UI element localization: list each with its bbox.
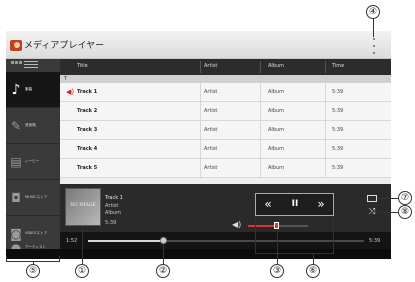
column-header-time[interactable]: Time	[332, 63, 344, 69]
album-art-placeholder: NO IMAGE	[70, 203, 96, 208]
leader-line	[373, 19, 374, 37]
track-album: Album	[268, 89, 285, 95]
leader-line	[163, 244, 164, 264]
track-album: Album	[268, 127, 285, 133]
sidebar-item-label: 楽曲	[25, 87, 33, 91]
leader-line	[378, 198, 398, 199]
now-playing-artist: Artist	[105, 203, 119, 209]
sidebar-item-music-box[interactable]: ✎ 音楽箱	[6, 108, 60, 144]
grid-view-icon[interactable]	[11, 61, 23, 68]
callout-4: ④	[366, 5, 380, 19]
track-artist: Artist	[204, 89, 218, 95]
app-title: メディアプレイヤー	[24, 41, 105, 51]
repeat-icon[interactable]	[367, 195, 377, 202]
sidebar-item-label: レービー	[25, 159, 40, 163]
column-header-artist[interactable]: Artist	[204, 63, 217, 69]
store-icon: ◘	[11, 190, 21, 205]
callout-2: ②	[156, 264, 170, 278]
column-header-title[interactable]: Title	[77, 63, 88, 69]
track-time: 5:39	[332, 165, 344, 171]
leader-line	[378, 212, 398, 213]
list-view-icon[interactable]	[24, 61, 38, 68]
controls-bracket	[255, 216, 334, 254]
section-letter: T	[64, 76, 68, 82]
track-artist: Artist	[204, 127, 218, 133]
rewind-button[interactable]: «	[259, 197, 277, 211]
media-player-app-icon	[10, 40, 22, 51]
leader-line	[82, 226, 83, 264]
table-row[interactable]: Track 4 Artist Album 5:39	[60, 140, 391, 159]
seek-bar-fill	[88, 240, 164, 242]
sidebar-item-label: 音楽箱	[25, 123, 36, 127]
note-edit-icon: ✎	[10, 118, 22, 133]
column-divider	[200, 83, 201, 178]
music-note-icon: ♪	[11, 81, 21, 98]
now-playing-speaker-icon: ◀)	[66, 88, 75, 96]
fast-forward-button[interactable]: »	[312, 197, 330, 211]
track-title: Track 1	[77, 89, 98, 95]
table-row[interactable]: ◀) Track 1 Artist Album 5:39	[60, 83, 391, 102]
shuffle-icon[interactable]: ⤨	[366, 207, 378, 217]
sidebar-item-songs[interactable]: ♪ 楽曲	[6, 72, 60, 108]
track-title: Track 5	[77, 165, 98, 171]
track-artist: Artist	[204, 108, 218, 114]
sidebar-item-label: MUSICストア	[25, 195, 48, 199]
column-divider	[260, 83, 261, 178]
now-playing-track: Track 1	[105, 195, 123, 201]
total-time: 5:39	[369, 238, 381, 244]
track-time: 5:39	[332, 89, 344, 95]
track-time: 5:39	[332, 146, 344, 152]
callout-7: ⑦	[398, 191, 412, 205]
track-album: Album	[268, 165, 285, 171]
leader-line	[313, 254, 314, 264]
track-title: Track 4	[77, 146, 98, 152]
section-divider	[60, 75, 391, 83]
track-title: Track 2	[77, 108, 98, 114]
now-playing-time: 5:39	[105, 220, 117, 226]
track-title: Track 3	[77, 127, 98, 133]
track-artist: Artist	[204, 165, 218, 171]
track-album: Album	[268, 108, 285, 114]
sidebar-item-review[interactable]: ▤ レービー	[6, 144, 60, 180]
sidebar-item-music-store[interactable]: ◘ MUSICストア	[6, 180, 60, 216]
track-album: Album	[268, 146, 285, 152]
table-row[interactable]: Track 2 Artist Album 5:39	[60, 102, 391, 121]
elapsed-time: 1:52	[66, 238, 78, 244]
callout-1: ①	[75, 264, 89, 278]
book-icon: ▤	[10, 154, 22, 169]
volume-icon[interactable]: ◀)	[232, 221, 242, 229]
callout-3: ③	[270, 264, 284, 278]
now-playing-album: Album	[105, 210, 122, 216]
track-time: 5:39	[332, 108, 344, 114]
category-sidebar: ♪ 楽曲 ✎ 音楽箱 ▤ レービー ◘ MUSICストア ◙ VIDEOストア …	[6, 59, 60, 259]
track-time: 5:39	[332, 127, 344, 133]
track-artist: Artist	[204, 146, 218, 152]
callout-8: ⑧	[398, 205, 412, 219]
callout-6: ⑥	[306, 264, 320, 278]
column-divider	[325, 83, 326, 178]
table-row[interactable]: Track 3 Artist Album 5:39	[60, 121, 391, 140]
sidebar-item-label: VIDEOストア	[25, 231, 48, 235]
callout-5: ⑤	[26, 264, 40, 278]
column-header-album[interactable]: Album	[268, 63, 284, 69]
seek-bar-thumb[interactable]	[160, 237, 167, 244]
overflow-menu-icon[interactable]	[370, 38, 378, 54]
pause-button[interactable]: II	[286, 197, 304, 211]
table-row[interactable]: Track 5 Artist Album 5:39	[60, 159, 391, 178]
table-header: Title Artist Album Time	[60, 59, 391, 75]
